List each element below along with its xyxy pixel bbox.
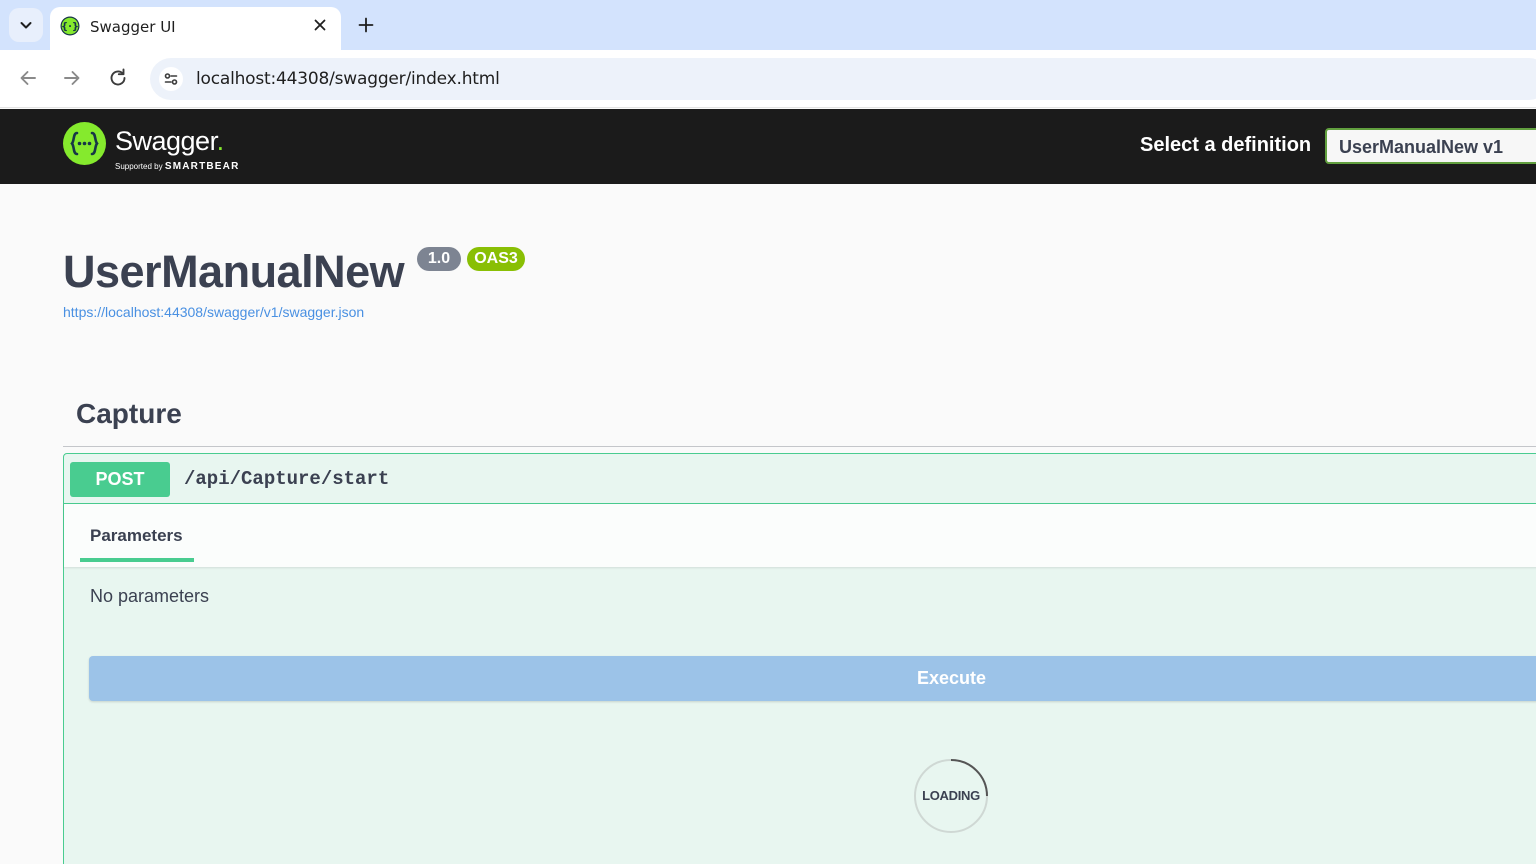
swagger-json-link[interactable]: https://localhost:44308/swagger/v1/swagg… bbox=[63, 304, 364, 320]
loading-spinner: LOADING bbox=[913, 758, 989, 834]
svg-text:{·}: {·} bbox=[61, 22, 79, 33]
arrow-right-icon[interactable] bbox=[60, 66, 84, 90]
plus-icon[interactable] bbox=[354, 13, 378, 37]
definition-select[interactable]: UserManualNew v1 bbox=[1325, 128, 1536, 164]
swagger-topbar: Swagger. Supported by SMARTBEAR Select a… bbox=[0, 109, 1536, 184]
loading-text: LOADING bbox=[922, 788, 980, 803]
tune-icon[interactable] bbox=[159, 67, 183, 91]
execute-button[interactable]: Execute bbox=[89, 656, 1536, 701]
no-parameters-text: No parameters bbox=[90, 586, 210, 606]
url-text[interactable]: localhost:44308/swagger/index.html bbox=[196, 69, 500, 89]
active-tab-indicator bbox=[80, 558, 194, 562]
browser-tab-strip: {·} Swagger UI bbox=[0, 0, 1536, 50]
tag-capture[interactable]: Capture bbox=[76, 398, 182, 430]
address-bar[interactable]: localhost:44308/swagger/index.html bbox=[150, 58, 1536, 100]
tab-search-button[interactable] bbox=[9, 8, 43, 42]
chevron-down-icon bbox=[20, 22, 32, 29]
browser-tab[interactable]: {·} Swagger UI bbox=[50, 7, 341, 50]
swagger-favicon-icon: {·} bbox=[60, 16, 80, 36]
browser-toolbar: localhost:44308/swagger/index.html bbox=[0, 50, 1536, 108]
method-badge: POST bbox=[70, 462, 170, 497]
swagger-logo-icon[interactable] bbox=[63, 122, 106, 165]
tag-divider bbox=[63, 446, 1536, 447]
supported-by-smartbear: Supported by SMARTBEAR bbox=[115, 161, 240, 172]
parameters-header: Parameters bbox=[64, 504, 1536, 567]
reload-icon[interactable] bbox=[106, 66, 130, 90]
operation-post-capture-start: POST /api/Capture/start Parameters No pa… bbox=[63, 453, 1536, 864]
tab-title: Swagger UI bbox=[90, 18, 176, 36]
close-icon[interactable] bbox=[311, 16, 329, 34]
execute-label: Execute bbox=[917, 668, 987, 688]
tab-parameters[interactable]: Parameters bbox=[90, 526, 183, 546]
select-definition-label: Select a definition bbox=[1140, 134, 1312, 156]
api-title: UserManualNew bbox=[63, 246, 405, 297]
version-badge: 1.0 bbox=[417, 247, 461, 271]
operation-summary[interactable]: POST /api/Capture/start bbox=[64, 454, 1536, 504]
swagger-wordmark: Swagger. bbox=[115, 126, 224, 156]
oas-badge: OAS3 bbox=[467, 247, 525, 271]
arrow-left-icon[interactable] bbox=[16, 66, 40, 90]
operation-path: /api/Capture/start bbox=[184, 468, 390, 490]
